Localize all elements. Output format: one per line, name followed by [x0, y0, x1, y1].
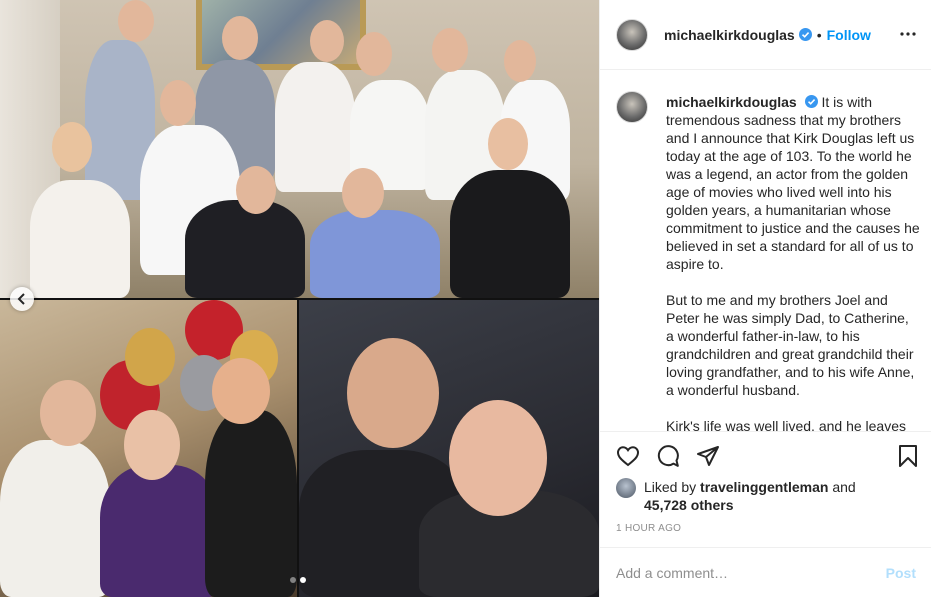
person-shape — [310, 210, 440, 298]
others-likes-link[interactable]: 45,728 others — [644, 497, 734, 513]
person-head — [356, 32, 392, 76]
person-head — [504, 40, 536, 82]
liked-by-conjunction: and — [832, 479, 856, 495]
action-section: Liked by travelinggentleman and 45,728 o… — [600, 431, 931, 561]
caption-text: michaelkirkdouglas It is with tremendous… — [666, 93, 920, 431]
person-shape — [100, 465, 220, 597]
carousel-dots — [290, 577, 306, 583]
post-comment-button[interactable]: Post — [886, 565, 916, 581]
person-head — [449, 400, 547, 516]
person-head — [310, 20, 344, 62]
verified-badge-icon — [804, 95, 818, 108]
liker-username-link[interactable]: travelinggentleman — [700, 479, 828, 495]
post-media[interactable] — [0, 0, 599, 597]
caption-paragraph-1: It is with tremendous sadness that my br… — [666, 94, 920, 272]
person-head — [347, 338, 439, 448]
person-head — [124, 410, 180, 480]
likes-summary: Liked by travelinggentleman and 45,728 o… — [616, 478, 924, 514]
person-shape — [185, 200, 305, 298]
separator-dot: • — [816, 26, 822, 43]
carousel-dot — [290, 577, 296, 583]
person-shape — [30, 180, 130, 298]
caption-paragraph-2: But to me and my brothers Joel and Peter… — [666, 292, 915, 398]
bookmark-icon[interactable] — [896, 444, 920, 468]
heart-icon[interactable] — [616, 444, 640, 468]
person-shape — [0, 440, 110, 597]
person-head — [52, 122, 92, 172]
caption-avatar[interactable] — [616, 91, 648, 123]
father-son-photo — [299, 300, 599, 597]
person-head — [160, 80, 196, 126]
share-icon[interactable] — [696, 444, 720, 468]
carousel-dot-active — [300, 577, 306, 583]
person-head — [236, 166, 276, 214]
caption-area[interactable]: michaelkirkdouglas It is with tremendous… — [600, 71, 931, 431]
family-photo — [0, 0, 599, 298]
caption-username-link[interactable]: michaelkirkdouglas — [666, 94, 797, 110]
person-head — [488, 118, 528, 170]
person-shape — [450, 170, 570, 298]
person-head — [118, 0, 154, 42]
liker-avatar[interactable] — [616, 478, 636, 498]
caption-paragraph-3: Kirk's life was well lived, and he leave… — [666, 418, 907, 431]
comment-input[interactable] — [616, 564, 886, 581]
person-head — [222, 16, 258, 60]
person-shape — [275, 62, 355, 192]
person-head — [342, 168, 384, 218]
post-panel: michaelkirkdouglas • Follow michaelkirkd… — [599, 0, 931, 597]
follow-button[interactable]: Follow — [827, 27, 871, 43]
balloon-shape — [125, 328, 175, 386]
person-head — [212, 358, 270, 424]
liked-by-prefix: Liked by — [644, 479, 697, 495]
person-shape — [205, 410, 297, 597]
comment-icon[interactable] — [656, 444, 680, 468]
post-header: michaelkirkdouglas • Follow — [600, 0, 931, 70]
more-horizontal-icon[interactable] — [900, 26, 916, 42]
birthday-photo — [0, 300, 297, 597]
username-link[interactable]: michaelkirkdouglas — [664, 27, 795, 43]
comment-box: Post — [600, 547, 931, 597]
person-head — [40, 380, 96, 446]
post-timestamp[interactable]: 1 HOUR AGO — [616, 523, 681, 534]
chevron-left-icon — [17, 293, 25, 305]
person-head — [432, 28, 468, 72]
verified-badge-icon — [798, 28, 812, 41]
carousel-prev-button[interactable] — [10, 287, 34, 311]
avatar[interactable] — [616, 18, 648, 51]
